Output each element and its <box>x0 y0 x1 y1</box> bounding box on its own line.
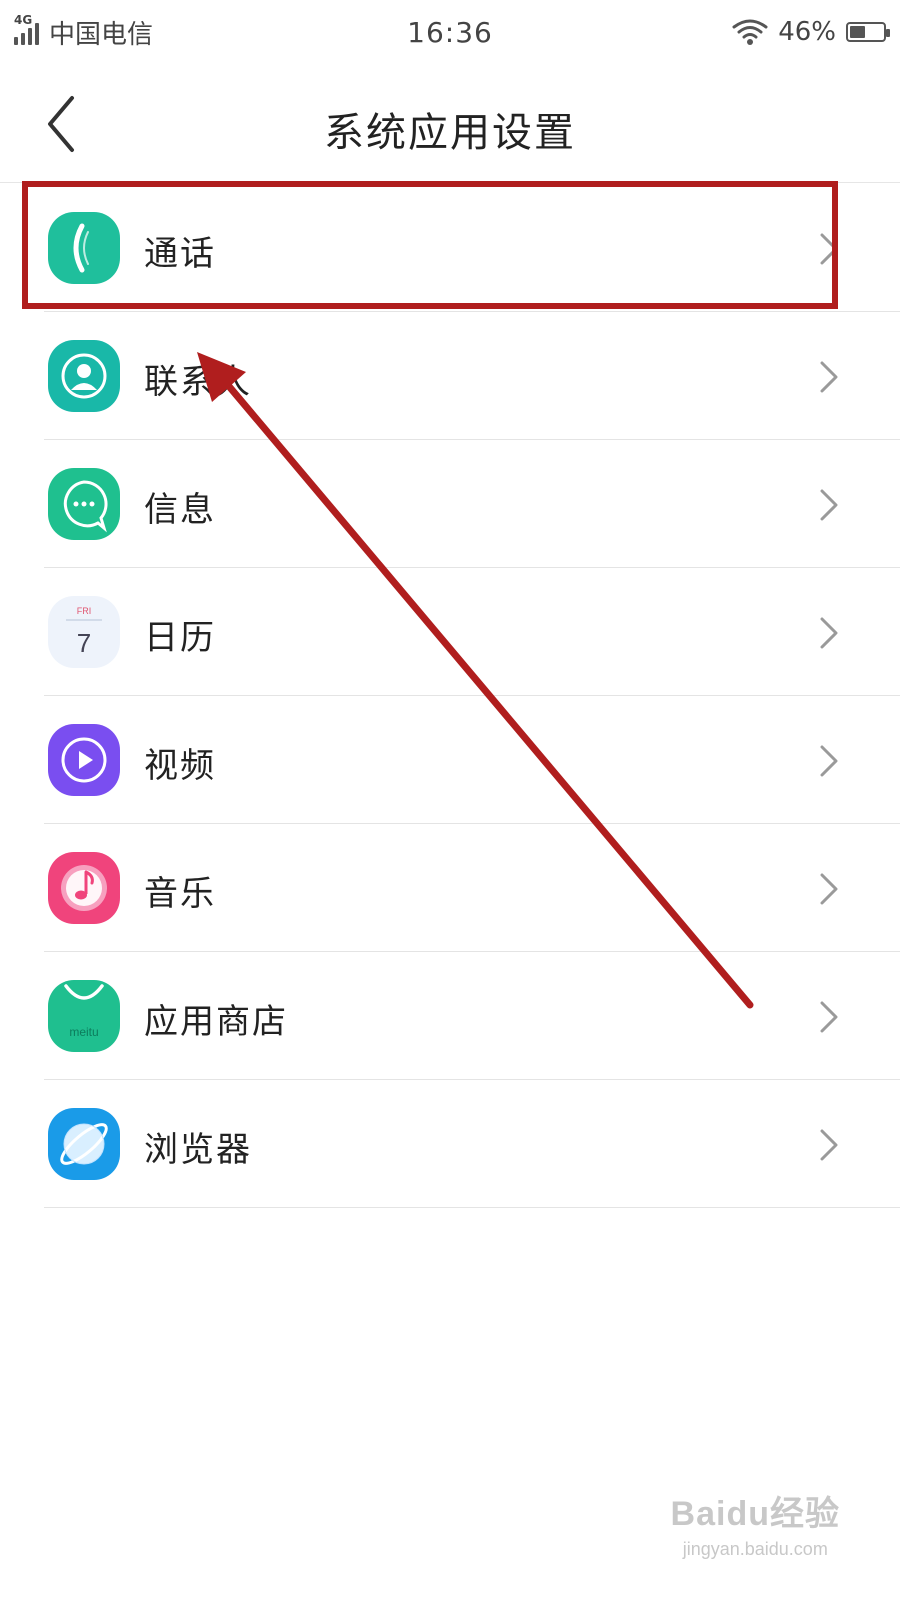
list-item-video[interactable]: 视频 <box>0 696 900 824</box>
chevron-right-icon <box>820 361 838 393</box>
wifi-icon <box>732 19 768 45</box>
message-icon <box>48 468 120 540</box>
list-item-calendar[interactable]: FRI 7 日历 <box>0 568 900 696</box>
calendar-day: FRI <box>77 606 92 616</box>
battery-fill <box>850 26 865 38</box>
chevron-right-icon <box>820 617 838 649</box>
app-settings-list: 通话 联系人 信息 FRI 7 日历 视频 音乐 meitu 应用商店 浏览器 <box>0 184 900 1208</box>
item-label: 信息 <box>144 490 216 530</box>
watermark: Baidu经验 jingyan.baidu.com <box>671 1486 840 1560</box>
page-title: 系统应用设置 <box>324 110 576 156</box>
browser-icon <box>48 1108 120 1180</box>
watermark-sub: jingyan.baidu.com <box>682 1539 828 1559</box>
list-item-music[interactable]: 音乐 <box>0 824 900 952</box>
battery-icon <box>846 22 890 42</box>
highlight-box <box>22 181 838 309</box>
item-label: 应用商店 <box>144 1002 288 1042</box>
item-label: 联系人 <box>144 362 252 402</box>
music-icon <box>48 852 120 924</box>
list-item-app-store[interactable]: meitu 应用商店 <box>0 952 900 1080</box>
list-item-contacts[interactable]: 联系人 <box>0 312 900 440</box>
network-type: 4G <box>14 13 33 27</box>
divider <box>44 1207 900 1208</box>
app-store-brand: meitu <box>69 1025 98 1039</box>
chevron-right-icon <box>820 873 838 905</box>
contacts-icon <box>48 340 120 412</box>
status-bar-left: 4G 中国电信 <box>14 13 154 51</box>
list-item-messages[interactable]: 信息 <box>0 440 900 568</box>
header: 系统应用设置 <box>0 64 900 184</box>
battery-percent: 46% <box>778 17 836 47</box>
item-label: 视频 <box>144 746 216 786</box>
chevron-right-icon <box>820 489 838 521</box>
calendar-date: 7 <box>77 628 91 658</box>
watermark-main: Baidu经验 <box>670 1495 840 1533</box>
status-bar: 4G 中国电信 16:36 46% <box>0 0 900 64</box>
item-label: 音乐 <box>144 874 216 914</box>
list-item-browser[interactable]: 浏览器 <box>0 1080 900 1208</box>
chevron-right-icon <box>820 1001 838 1033</box>
app-store-icon: meitu <box>48 980 120 1052</box>
video-icon <box>48 724 120 796</box>
status-bar-right: 46% <box>732 17 890 47</box>
signal-icon: 4G <box>14 13 39 45</box>
chevron-right-icon <box>820 745 838 777</box>
calendar-icon: FRI 7 <box>48 596 120 668</box>
item-label: 浏览器 <box>144 1130 252 1170</box>
chevron-right-icon <box>820 1129 838 1161</box>
carrier-name: 中国电信 <box>49 19 154 50</box>
item-label: 日历 <box>144 618 216 658</box>
